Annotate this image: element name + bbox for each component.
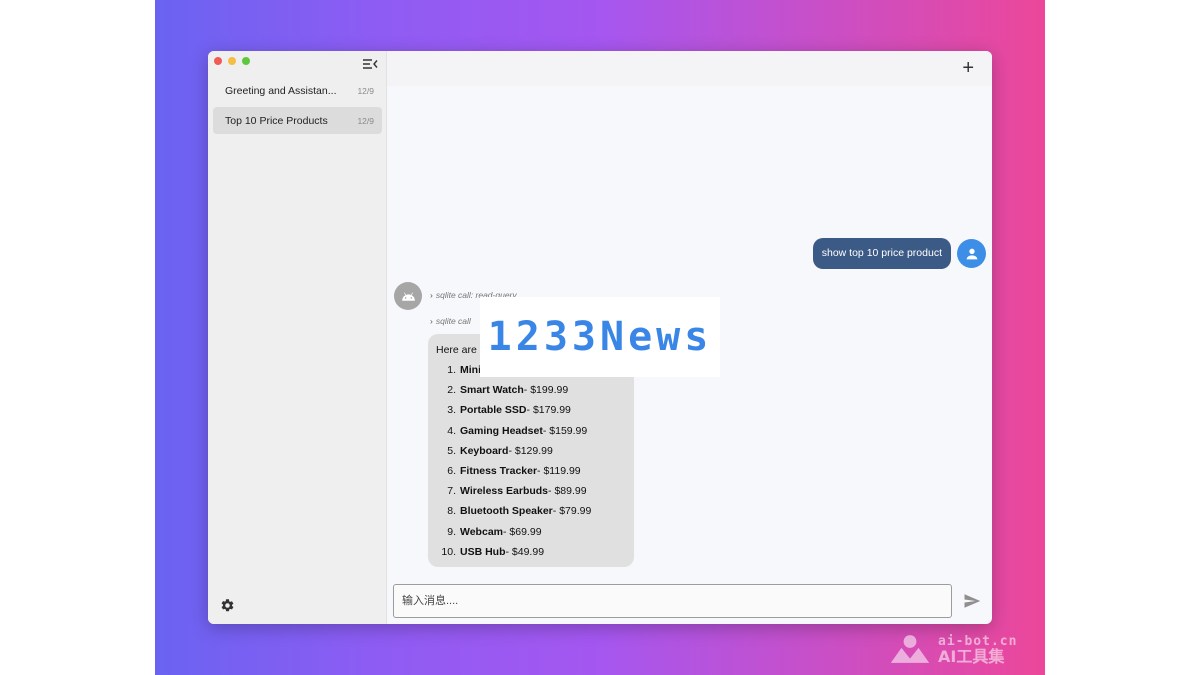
product-list: 1. Mini 2. Smart Watch - $199.99 3. Portabl…	[436, 363, 626, 565]
chevron-right-icon: ›	[430, 290, 433, 300]
conversation-date: 12/9	[357, 115, 374, 126]
product-price: - $49.99	[505, 545, 545, 558]
product-price: - $119.99	[537, 464, 581, 477]
list-number: 4.	[447, 424, 456, 437]
list-item: 5. Keyboard - $129.99	[436, 444, 626, 464]
close-window-button[interactable]	[214, 57, 222, 65]
list-item: 2. Smart Watch - $199.99	[436, 383, 626, 403]
product-name: Webcam	[460, 525, 503, 538]
logo-icon	[890, 635, 930, 663]
sidebar: Greeting and Assistan... 12/9 Top 10 Pri…	[208, 51, 387, 624]
product-name: Fitness Tracker	[460, 464, 538, 477]
list-number: 7.	[447, 485, 456, 498]
product-price: - $69.99	[503, 525, 542, 538]
window-controls	[214, 57, 250, 65]
product-name: Mini	[460, 364, 481, 376]
conversation-title: Top 10 Price Products	[225, 114, 328, 127]
product-name: Gaming Headset	[460, 424, 543, 437]
list-number: 1.	[447, 364, 456, 376]
list-number: 2.	[447, 384, 456, 397]
product-price: - $89.99	[548, 485, 587, 498]
maximize-window-button[interactable]	[242, 57, 250, 65]
list-item: 3. Portable SSD - $179.99	[436, 403, 626, 423]
site-name: AI工具集	[938, 647, 1005, 666]
watermark-text: 1233News	[487, 314, 713, 360]
site-logo: ai-bot.cn AI工具集	[888, 629, 1038, 669]
product-name: USB Hub	[460, 545, 506, 558]
product-price: - $159.99	[542, 424, 588, 437]
gear-icon[interactable]	[220, 598, 235, 613]
tool-call-toggle[interactable]: › sqlite call	[430, 316, 471, 326]
chat-toolbar: +	[387, 51, 992, 86]
product-price: - $79.99	[552, 505, 592, 518]
android-icon	[394, 282, 422, 310]
list-number: 6.	[447, 464, 456, 477]
product-name: Smart Watch	[460, 384, 524, 397]
product-name: Bluetooth Speaker	[460, 505, 553, 518]
product-name: Portable SSD	[460, 404, 527, 417]
user-message-bubble: show top 10 price product	[812, 238, 951, 269]
sidebar-collapse-icon[interactable]	[362, 57, 378, 71]
watermark-overlay: 1233News	[480, 297, 720, 377]
list-number: 3.	[447, 404, 456, 417]
plus-icon[interactable]: +	[962, 58, 974, 78]
product-name: Keyboard	[460, 444, 509, 457]
list-item: 9. Webcam - $69.99	[436, 525, 626, 545]
list-item: 7. Wireless Earbuds - $89.99	[436, 484, 626, 504]
conversation-item-active[interactable]: Top 10 Price Products 12/9	[213, 107, 382, 134]
minimize-window-button[interactable]	[228, 57, 236, 65]
conversation-title: Greeting and Assistan...	[225, 84, 337, 97]
list-number: 8.	[447, 505, 456, 518]
list-number: 10.	[441, 545, 456, 558]
message-input-wrapper	[393, 584, 952, 618]
list-item: 6. Fitness Tracker - $119.99	[436, 464, 626, 484]
message-input[interactable]	[393, 584, 952, 618]
site-logo-text: ai-bot.cn AI工具集	[938, 634, 1017, 666]
product-price: - $199.99	[523, 384, 569, 397]
tool-call-label: sqlite call	[435, 316, 471, 326]
list-item: 10. USB Hub - $49.99	[436, 545, 626, 565]
person-icon	[957, 239, 986, 268]
list-item: 8. Bluetooth Speaker - $79.99	[436, 504, 626, 524]
conversation-item[interactable]: Greeting and Assistan... 12/9	[213, 77, 382, 104]
list-item: 4. Gaming Headset - $159.99	[436, 424, 626, 444]
conversation-date: 12/9	[357, 85, 374, 96]
product-price: - $179.99	[526, 404, 571, 417]
send-icon[interactable]	[963, 592, 981, 610]
list-number: 9.	[447, 525, 456, 538]
user-message-row: show top 10 price product	[812, 238, 986, 269]
list-number: 5.	[447, 444, 456, 457]
chevron-right-icon: ›	[430, 316, 433, 326]
product-name: Wireless Earbuds	[460, 485, 549, 498]
product-price: - $129.99	[508, 444, 553, 457]
